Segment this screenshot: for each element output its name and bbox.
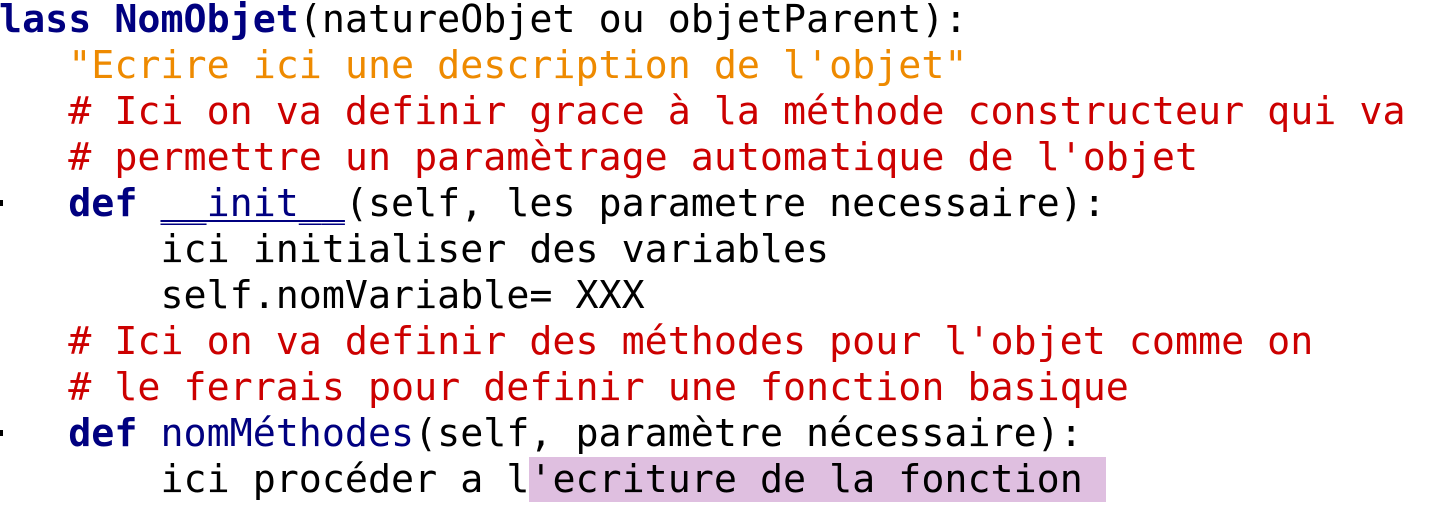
comment: # permettre un paramètrage automatique d… (68, 135, 1199, 180)
text-selection[interactable]: 'ecriture de la fonction (529, 457, 1106, 502)
keyword-def: def (68, 181, 138, 226)
code-text: self.nomVariable= XXX (160, 273, 645, 318)
code-line-2[interactable]: "Ecrire ici une description de l'objet" (0, 43, 967, 89)
code-line-6[interactable]: ici initialiser des variables (0, 227, 829, 273)
code-line-1[interactable]: class NomObjet(natureObjet ou objetParen… (0, 0, 967, 43)
code-line-11[interactable]: ici procéder a l'ecriture de la fonction (0, 457, 1106, 503)
code-line-9[interactable]: # le ferrais pour definir une fonction b… (0, 365, 1129, 411)
function-name: nomMéthodes (160, 411, 415, 456)
code-line-8[interactable]: # Ici on va definir des méthodes pour l'… (0, 319, 1313, 365)
code-line-3[interactable]: # Ici on va definir grace à la méthode c… (0, 89, 1406, 135)
class-name: NomObjet (114, 0, 299, 42)
function-params: (self, les parametre necessaire): (344, 181, 1106, 226)
code-line-5[interactable]: def __init__(self, les parametre necessa… (0, 181, 1106, 227)
comment: # Ici on va definir grace à la méthode c… (68, 89, 1406, 134)
code-line-10[interactable]: def nomMéthodes(self, paramètre nécessai… (0, 411, 1083, 457)
comment: # le ferrais pour definir une fonction b… (68, 365, 1129, 410)
code-line-7[interactable]: self.nomVariable= XXX (0, 273, 645, 319)
code-editor[interactable]: class NomObjet(natureObjet ou objetParen… (0, 0, 1437, 529)
code-line-4[interactable]: # permettre un paramètrage automatique d… (0, 135, 1198, 181)
docstring: "Ecrire ici une description de l'objet" (68, 43, 968, 88)
keyword-class: class (0, 0, 92, 42)
function-name: __init__ (160, 181, 345, 226)
class-bases: (natureObjet ou objetParent): (298, 0, 968, 42)
code-text: ici initialiser des variables (160, 227, 830, 272)
code-text: ici procéder a l (160, 457, 530, 502)
function-params: (self, paramètre nécessaire): (414, 411, 1083, 456)
comment: # Ici on va definir des méthodes pour l'… (68, 319, 1314, 364)
keyword-def: def (68, 411, 138, 456)
